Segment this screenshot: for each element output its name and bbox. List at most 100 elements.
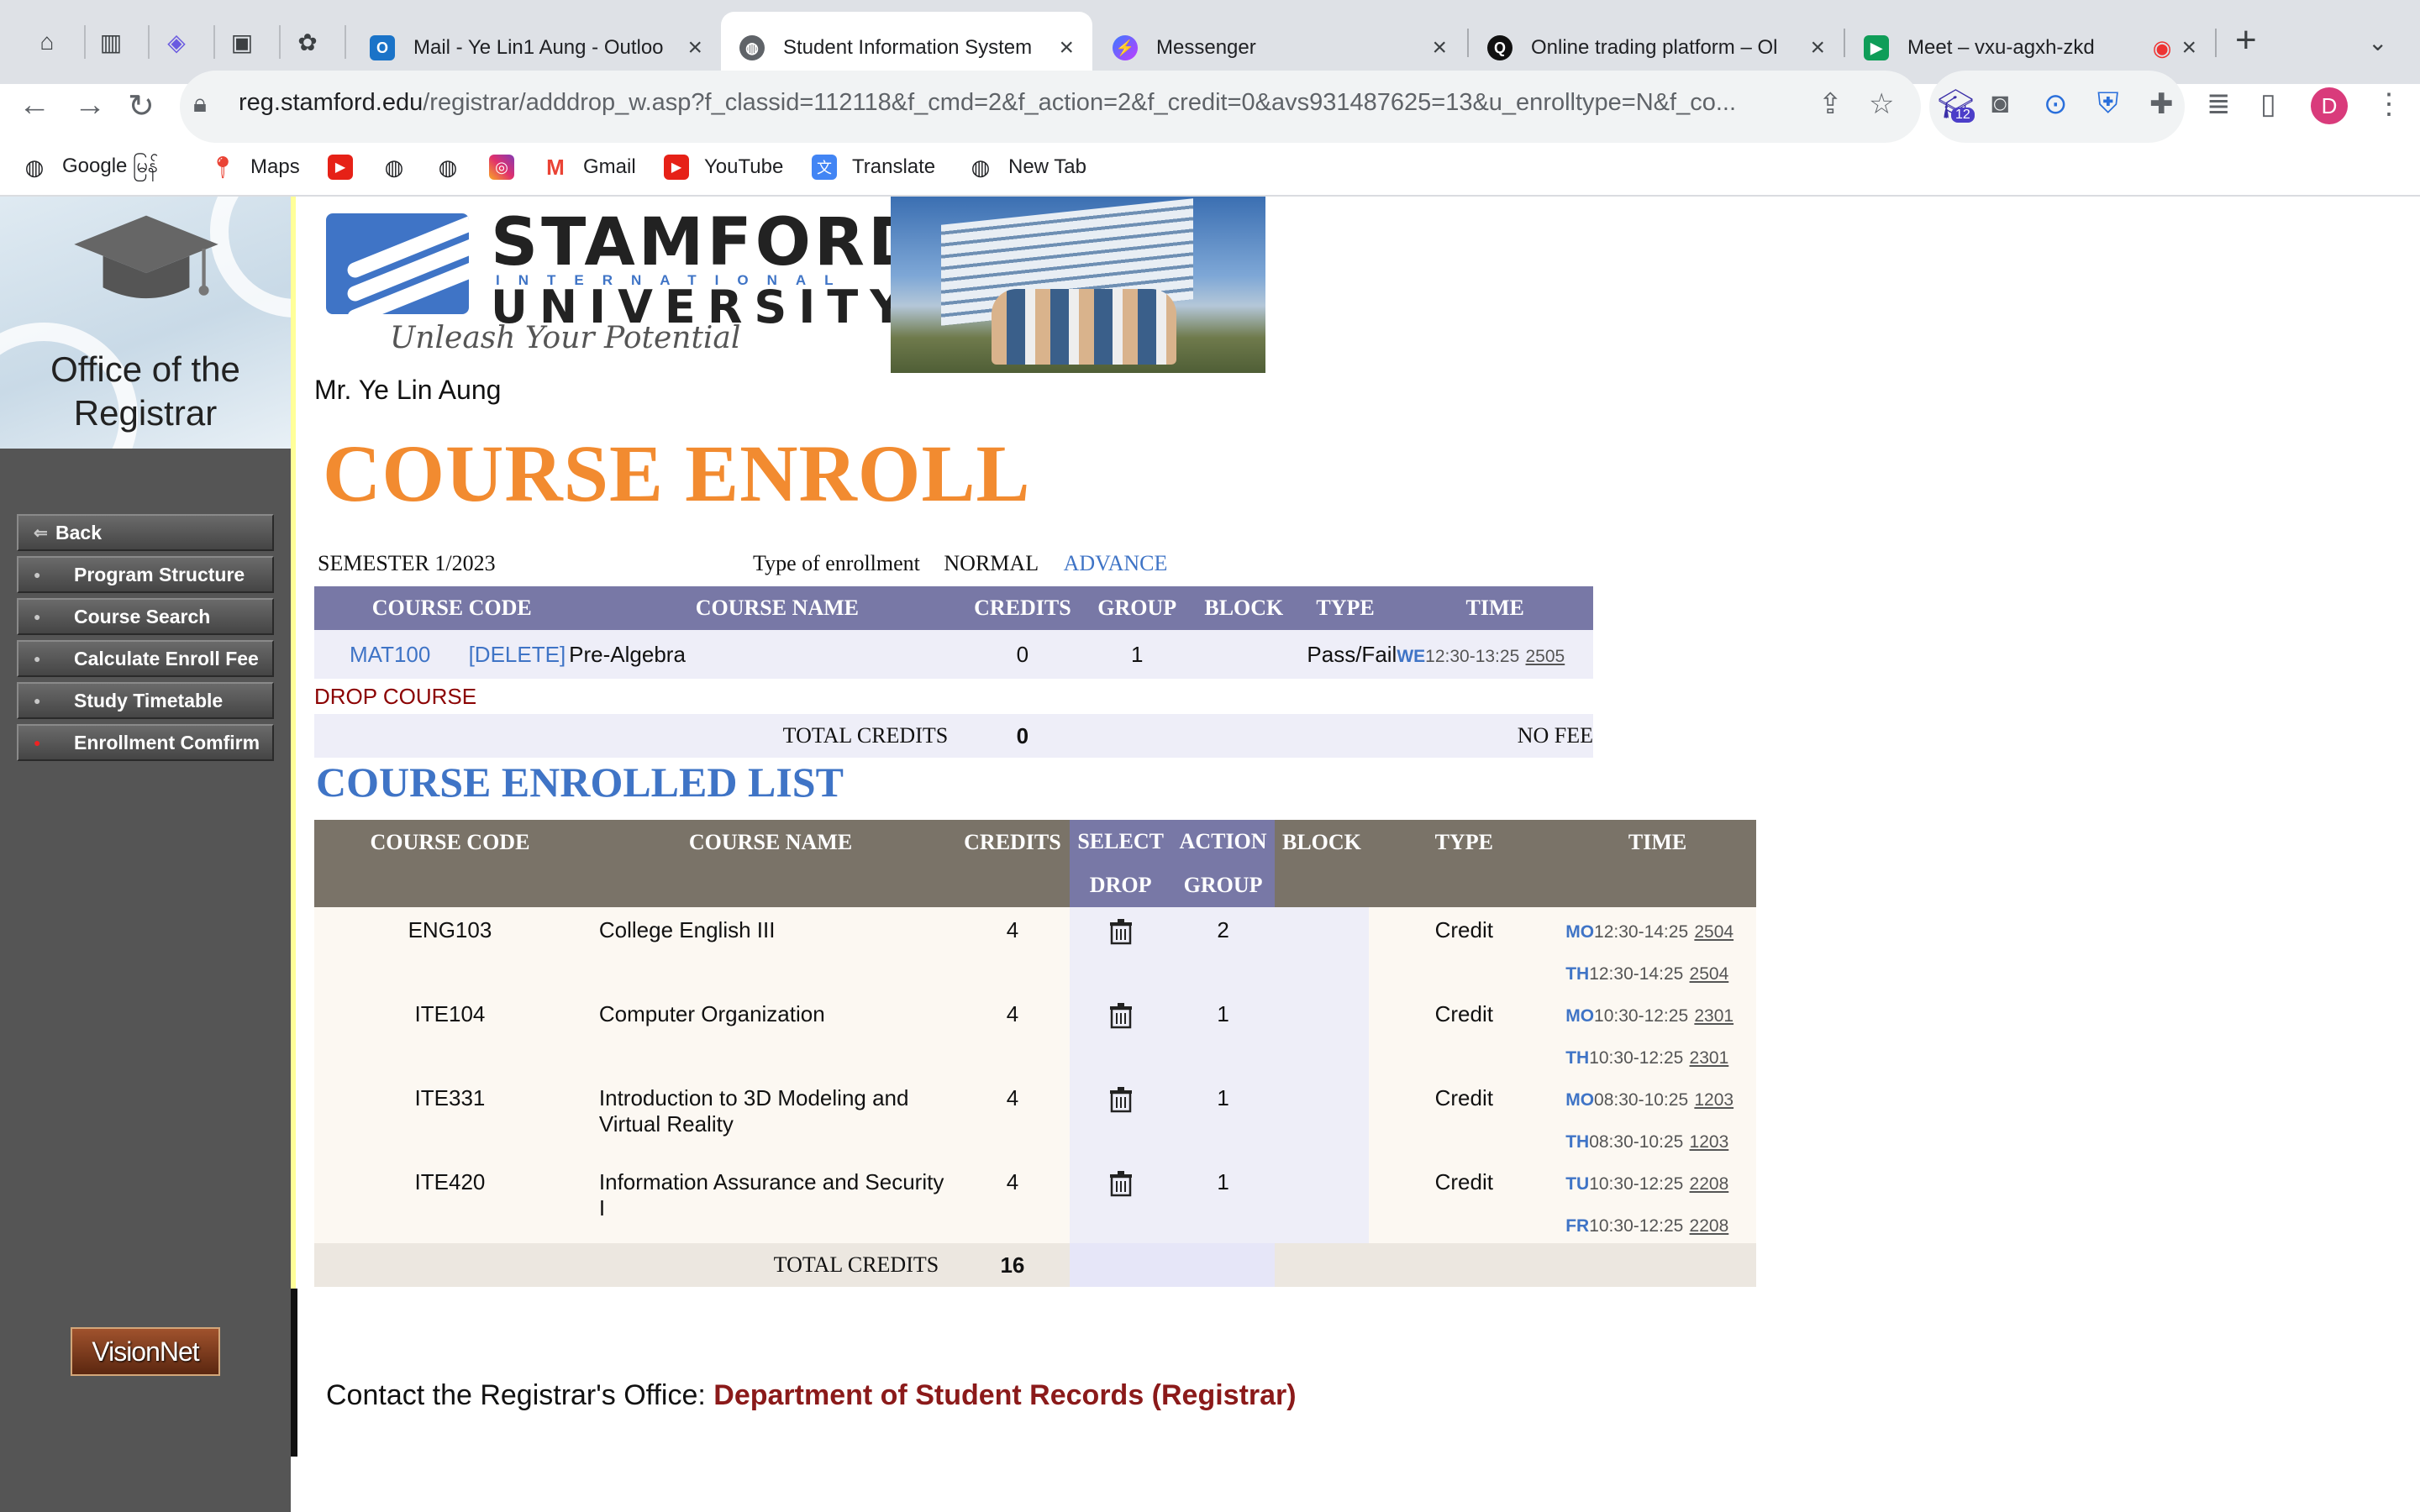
room-link[interactable]: 2301 — [1690, 1048, 1729, 1068]
bookmark-youtube-2[interactable]: ▶ YouTube — [664, 148, 783, 186]
sidebar-item-study-timetable[interactable]: ● Study Timetable — [17, 682, 274, 719]
credits-value: 4 — [1006, 917, 1019, 942]
globe-icon: ◍ — [384, 154, 404, 180]
bookmark-gmail[interactable]: M Gmail — [543, 148, 636, 186]
time-range: 08:30-10:25 — [1589, 1131, 1684, 1152]
room-link[interactable]: 2504 — [1694, 922, 1733, 942]
bookmark-star-icon[interactable]: ☆ — [1869, 87, 1894, 121]
pinned-tab-copilot[interactable]: ◈ — [155, 20, 198, 64]
url-domain: reg.stamford.edu — [239, 89, 424, 116]
block-value — [1194, 630, 1294, 679]
sidebar-menu: ⇐ Back ● Program Structure ● Course Search … — [17, 514, 274, 766]
visionnet-logo[interactable]: VisionNet — [71, 1327, 220, 1376]
media-queue-icon[interactable]: ≣ — [2207, 87, 2231, 121]
enrollment-normal: NORMAL — [944, 551, 1039, 575]
time-range: 10:30-12:25 — [1589, 1215, 1684, 1236]
sidebar-item-calculate-fee[interactable]: ● Calculate Enroll Fee — [17, 640, 274, 677]
bookmark-google[interactable]: ◍ Google မြန် — [22, 148, 159, 186]
bookmark-translate[interactable]: 文 Translate — [812, 148, 935, 186]
tab-search-button[interactable]: ⌄ — [2368, 29, 2387, 56]
table-row: ITE331 Introduction to 3D Modeling and Vi… — [314, 1075, 1756, 1159]
type-value: Credit — [1434, 917, 1493, 942]
room-link[interactable]: 2504 — [1690, 964, 1729, 984]
sidebar-border-dark — [291, 1289, 297, 1457]
pinned-tab-book[interactable]: ▥ — [89, 20, 133, 64]
group-value: 1 — [1171, 1075, 1275, 1159]
side-panel-icon[interactable]: ▯ — [2260, 87, 2276, 121]
column-header: CREDITS — [955, 820, 1070, 907]
bookmark-globe-2[interactable]: ◍ — [435, 148, 476, 186]
pinned-tab-chat[interactable]: ▣ — [220, 20, 264, 64]
menu-kebab-icon[interactable]: ⋮ — [2375, 87, 2403, 121]
chat-icon: ▣ — [230, 29, 254, 55]
total-credits-value: 16 — [1000, 1252, 1025, 1278]
type-value: Credit — [1434, 1169, 1493, 1194]
day-code: TU — [1565, 1173, 1590, 1194]
lock-icon[interactable]: 🔒︎ — [193, 90, 207, 118]
bookmark-instagram[interactable]: ◎ — [489, 148, 529, 186]
sidebar-item-program-structure[interactable]: ● Program Structure — [17, 556, 274, 593]
table-header: COURSE CODE COURSE NAME CREDITS SELECT A… — [314, 820, 1756, 907]
university-logo: STAMFORD INTERNATIONAL UNIVERSITY Unleas… — [323, 205, 923, 366]
reload-icon[interactable]: ↻ — [128, 87, 155, 125]
trash-icon[interactable] — [1107, 1001, 1135, 1030]
sidebar-item-back[interactable]: ⇐ Back — [17, 514, 274, 551]
column-header: BLOCK — [1274, 820, 1370, 907]
sidebar-border — [291, 197, 296, 1289]
room-link[interactable]: 2301 — [1694, 1006, 1733, 1026]
time-range: 10:30-12:25 — [1594, 1005, 1689, 1026]
close-icon[interactable]: × — [1059, 34, 1074, 62]
trash-icon[interactable] — [1107, 917, 1135, 946]
trash-icon[interactable] — [1107, 1169, 1135, 1198]
drop-course-button[interactable]: DROP COURSE — [314, 684, 476, 709]
pinned-tab-chatgpt[interactable]: ✿ — [286, 20, 329, 64]
delete-link[interactable]: [DELETE] — [469, 642, 566, 667]
bookmark-newtab[interactable]: ◍ New Tab — [968, 148, 1086, 186]
new-tab-button[interactable]: + — [2235, 22, 2257, 59]
bookmark-globe-1[interactable]: ◍ — [381, 148, 422, 186]
column-header: DROP — [1069, 864, 1172, 907]
fee-value: NO FEE — [1517, 723, 1593, 748]
sidebar-item-course-search[interactable]: ● Course Search — [17, 598, 274, 635]
share-icon[interactable]: ⇪ — [1818, 87, 1843, 121]
bookmark-maps[interactable]: 📍︎ Maps — [209, 148, 300, 186]
course-name: Introduction to 3D Modeling and Virtual … — [598, 1085, 909, 1137]
close-icon[interactable]: × — [1810, 34, 1825, 62]
course-code: ITE420 — [414, 1169, 486, 1194]
profile-avatar[interactable]: D — [2311, 87, 2348, 124]
bookmark-label: Translate — [852, 155, 936, 178]
contact-line: Contact the Registrar's Office: Departme… — [326, 1379, 1297, 1412]
contact-link[interactable]: Department of Student Records (Registrar… — [713, 1379, 1296, 1411]
forward-icon[interactable]: → — [74, 87, 106, 123]
sidebar-item-enrollment-confirm[interactable]: ● Enrollment Comfirm — [17, 724, 274, 761]
time-range: 10:30-12:25 — [1589, 1173, 1684, 1194]
room-link[interactable]: 1203 — [1694, 1090, 1733, 1110]
room-link[interactable]: 1203 — [1690, 1132, 1729, 1152]
screen-record-icon[interactable]: ⊙ — [2044, 87, 2068, 121]
close-icon[interactable]: × — [687, 34, 702, 62]
room-link[interactable]: 2208 — [1690, 1216, 1729, 1236]
trash-icon[interactable] — [1107, 1085, 1135, 1114]
close-icon[interactable]: × — [1432, 34, 1447, 62]
puzzle-icon[interactable]: ✚ — [2149, 87, 2174, 121]
close-icon[interactable]: × — [2181, 34, 2196, 62]
bookmark-youtube-1[interactable]: ▶ — [328, 148, 368, 186]
chatgpt-icon: ✿ — [297, 29, 318, 55]
room-link[interactable]: 2505 — [1526, 647, 1565, 666]
messenger-icon: ⚡ — [1113, 35, 1138, 60]
day-code: FR — [1565, 1215, 1590, 1236]
book-icon: ▥ — [99, 29, 123, 55]
time-range: 12:30-14:25 — [1589, 963, 1684, 984]
back-icon[interactable]: ← — [18, 87, 50, 123]
day-code: TH — [1565, 1131, 1590, 1152]
room-link[interactable]: 2208 — [1690, 1174, 1729, 1194]
pinned-tab-inbox[interactable]: ⌂ — [25, 20, 69, 64]
url-text[interactable]: reg.stamford.edu/registrar/adddrop_w.asp… — [239, 89, 1785, 117]
camera-icon[interactable]: ◙ — [1991, 87, 2009, 120]
sidebar-item-label: Calculate Enroll Fee — [74, 647, 259, 669]
shield-icon[interactable]: ⛨ — [2097, 87, 2119, 120]
course-code-link[interactable]: MAT100 — [350, 642, 430, 667]
block-cell — [1274, 907, 1370, 991]
credits-value: 0 — [1016, 641, 1029, 667]
enrollment-advance-link[interactable]: ADVANCE — [1064, 551, 1168, 575]
